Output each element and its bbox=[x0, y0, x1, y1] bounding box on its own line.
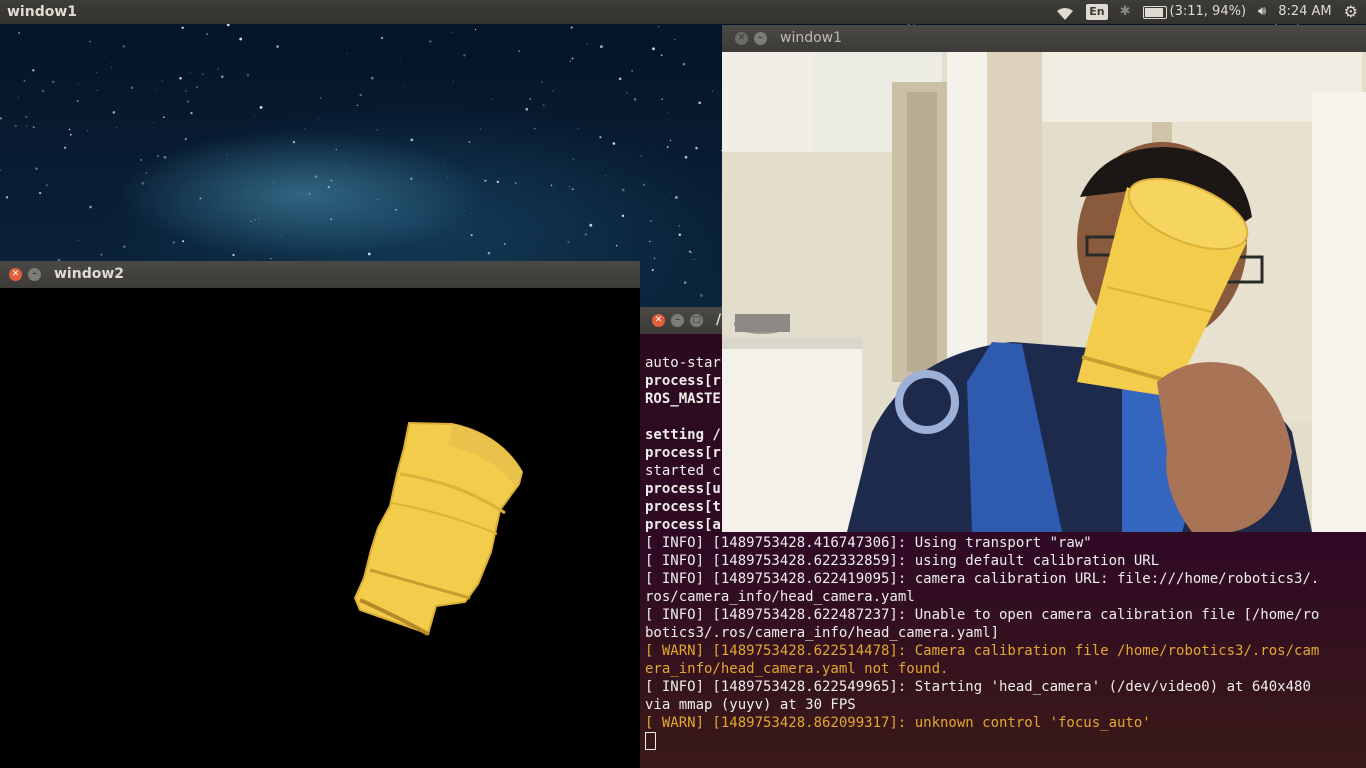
window2-close-button[interactable]: ✕ bbox=[9, 268, 22, 281]
bluetooth-icon[interactable]: ✱ bbox=[1120, 0, 1131, 24]
top-panel: window1 En ✱ (3:11, 94%) 🔊︎ 8:24 AM ⚙ bbox=[0, 0, 1366, 24]
volume-icon[interactable]: 🔊︎ bbox=[1258, 0, 1266, 24]
terminal-log-line: via mmap (yuyv) at 30 FPS bbox=[645, 697, 856, 713]
segmented-cup-image bbox=[353, 421, 524, 636]
terminal-log-line: [ INFO] [1489753428.622332859]: using de… bbox=[645, 553, 1160, 569]
terminal-log-line: [ WARN] [1489753428.862099317]: unknown … bbox=[645, 715, 1151, 731]
terminal-close-button[interactable]: ✕ bbox=[652, 314, 665, 327]
terminal-cursor bbox=[645, 732, 656, 750]
wifi-icon[interactable] bbox=[1056, 5, 1074, 20]
terminal-maximize-button[interactable]: □ bbox=[690, 314, 703, 327]
window2-canvas bbox=[0, 288, 640, 768]
clock[interactable]: 8:24 AM bbox=[1278, 0, 1331, 24]
window1-minimize-button[interactable]: – bbox=[754, 32, 767, 45]
battery-status-text: (3:11, 94%) bbox=[1169, 4, 1247, 19]
battery-icon bbox=[1142, 5, 1167, 19]
indicator-area: En ✱ (3:11, 94%) 🔊︎ 8:24 AM ⚙ bbox=[1056, 0, 1366, 24]
terminal-log-line: ros/camera_info/head_camera.yaml bbox=[645, 589, 915, 605]
gear-icon[interactable]: ⚙ bbox=[1344, 0, 1358, 24]
terminal-log-line: botics3/.ros/camera_info/head_camera.yam… bbox=[645, 625, 1000, 641]
window2: ✕ – window2 bbox=[0, 261, 640, 768]
window2-title: window2 bbox=[54, 266, 125, 282]
terminal-log-line: [ INFO] [1489753428.622487237]: Unable t… bbox=[645, 607, 1320, 623]
keyboard-layout-indicator[interactable]: En bbox=[1086, 4, 1108, 20]
terminal-log-line: era_info/head_camera.yaml not found. bbox=[645, 661, 949, 677]
window1-close-button[interactable]: ✕ bbox=[735, 32, 748, 45]
terminal-prompt-line[interactable] bbox=[645, 732, 1366, 750]
window1: ✕ – window1 bbox=[722, 25, 1366, 532]
panel-app-title: window1 bbox=[7, 4, 78, 20]
window2-titlebar[interactable]: ✕ – window2 bbox=[0, 261, 640, 288]
terminal-log-lines: [ INFO] [1489753428.416747306]: Using tr… bbox=[645, 534, 1366, 732]
terminal-log-line: [ INFO] [1489753428.622549965]: Starting… bbox=[645, 679, 1311, 695]
window2-minimize-button[interactable]: – bbox=[28, 268, 41, 281]
window1-titlebar[interactable]: ✕ – window1 bbox=[722, 25, 1366, 52]
battery-indicator[interactable]: (3:11, 94%) bbox=[1142, 0, 1247, 24]
terminal-log-line: [ INFO] [1489753428.416747306]: Using tr… bbox=[645, 535, 1092, 551]
window1-title: window1 bbox=[780, 30, 843, 46]
terminal-title: / bbox=[716, 312, 722, 328]
terminal-log-line: [ INFO] [1489753428.622419095]: camera c… bbox=[645, 571, 1320, 587]
camera-frame-image bbox=[722, 52, 1366, 532]
camera-feed bbox=[722, 52, 1366, 532]
terminal-log-line: [ WARN] [1489753428.622514478]: Camera c… bbox=[645, 643, 1320, 659]
terminal-minimize-button[interactable]: – bbox=[671, 314, 684, 327]
